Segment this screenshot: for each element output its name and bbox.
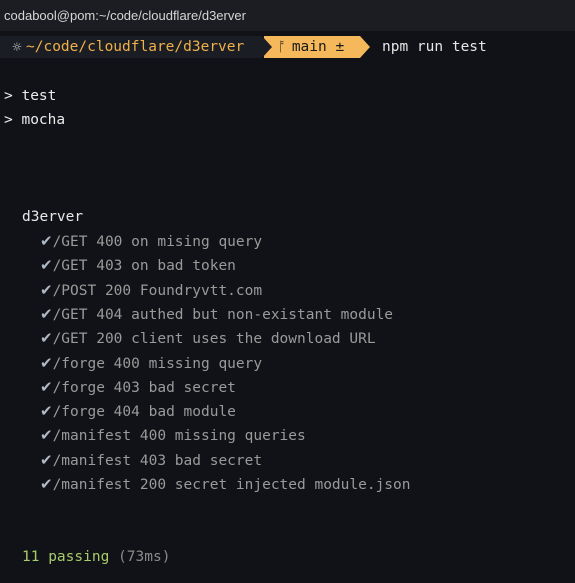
checkmark-icon: ✔ [40, 353, 53, 372]
checkmark-icon: ✔ [40, 377, 53, 396]
prompt-git-segment: ᚩ main ± [264, 36, 360, 58]
output-line: > mocha [4, 112, 66, 128]
suite-name: d3erver [22, 209, 84, 225]
test-title: /GET 200 client uses the download URL [52, 331, 376, 348]
test-row: ✔/manifest 403 bad secret [40, 449, 262, 471]
terminal-content[interactable]: ☼ ~/code/cloudflare/d3erver ᚩ main ± npm r… [0, 31, 575, 583]
prompt-directory: ~/code/cloudflare/d3erver [26, 39, 245, 55]
checkmark-icon: ✔ [40, 232, 53, 250]
test-title: /GET 404 authed but non-existant module [52, 306, 394, 323]
test-title: /manifest 400 missing queries [52, 428, 306, 445]
test-row: ✔/GET 200 client uses the download URL [40, 327, 376, 349]
test-row: ✔/manifest 200 secret injected module.js… [40, 473, 411, 495]
test-title: /manifest 200 secret injected module.jso… [52, 477, 411, 493]
passing-time: (73ms) [118, 549, 171, 565]
test-title: /forge 403 bad secret [52, 379, 236, 396]
test-row: ✔/POST 200 Foundryvtt.com [40, 279, 262, 301]
test-row: ✔/GET 400 on mising query [40, 230, 262, 252]
checkmark-icon: ✔ [40, 475, 53, 493]
window-title: codabool@pom:~/code/cloudflare/d3erver [0, 0, 575, 31]
checkmark-icon: ✔ [40, 304, 53, 323]
test-title: /manifest 403 bad secret [52, 452, 263, 469]
git-branch: main ± [291, 39, 345, 55]
command-text: npm run test [382, 39, 487, 55]
output-line: > test [4, 88, 57, 104]
test-title: /GET 400 on mising query [52, 234, 263, 250]
passing-count: 11 passing [22, 549, 110, 565]
terminal-window: codabool@pom:~/code/cloudflare/d3erver ☼… [0, 0, 575, 583]
gear-icon: ☼ [11, 40, 23, 54]
test-row: ✔/forge 403 bad secret [40, 376, 236, 398]
test-row: ✔/forge 400 missing query [40, 352, 262, 374]
test-row: ✔/forge 404 bad module [40, 400, 236, 422]
test-row: ✔/GET 403 on bad token [40, 254, 236, 276]
checkmark-icon: ✔ [40, 450, 53, 469]
test-title: /forge 404 bad module [52, 404, 236, 421]
prompt-separator [360, 36, 370, 58]
test-title: /forge 400 missing query [52, 355, 263, 372]
prompt-directory-segment: ☼ ~/code/cloudflare/d3erver [0, 36, 262, 58]
checkmark-icon: ✔ [40, 402, 53, 421]
checkmark-icon: ✔ [40, 426, 53, 445]
prompt-separator [262, 36, 272, 58]
test-summary: 11 passing (73ms) [22, 546, 170, 568]
test-row: ✔/GET 404 authed but non-existant module [40, 303, 393, 325]
test-row: ✔/manifest 400 missing queries [40, 424, 306, 446]
checkmark-icon: ✔ [40, 329, 53, 348]
test-title: /POST 200 Foundryvtt.com [52, 282, 263, 299]
checkmark-icon: ✔ [40, 280, 53, 299]
checkmark-icon: ✔ [40, 256, 53, 275]
branch-icon: ᚩ [278, 40, 286, 55]
test-title: /GET 403 on bad token [52, 258, 236, 275]
